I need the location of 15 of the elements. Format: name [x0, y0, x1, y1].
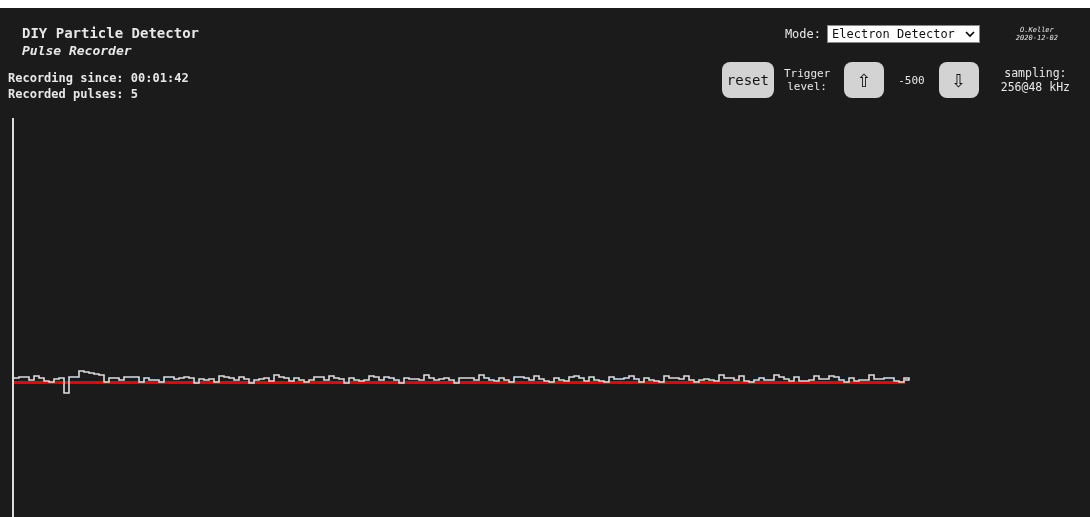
chevron-icon — [964, 30, 975, 38]
mode-label: Mode: — [784, 27, 821, 41]
trigger-label: level: — [787, 80, 827, 93]
reset-button[interactable]: reset — [721, 62, 774, 98]
sampling-text: 256@48 kHz — [1000, 80, 1070, 94]
trigger-down-button[interactable]: ⇩ — [938, 62, 979, 98]
app-subtitle: Pulse Recorder — [21, 43, 133, 60]
trigger-value: -500 — [898, 73, 925, 87]
trigger-up-button[interactable]: ⇧ — [844, 62, 885, 98]
mode-select[interactable]: Electron Detector — [827, 25, 980, 43]
app-title: DIY Particle Detector — [21, 25, 199, 43]
stat-text: Recorded pulses: 5 — [8, 87, 140, 103]
sampling-text: sampling: — [1004, 66, 1067, 80]
stat-text: Recording since: 00:01:42 — [8, 71, 190, 87]
trigger-label: Trigger — [783, 67, 831, 80]
